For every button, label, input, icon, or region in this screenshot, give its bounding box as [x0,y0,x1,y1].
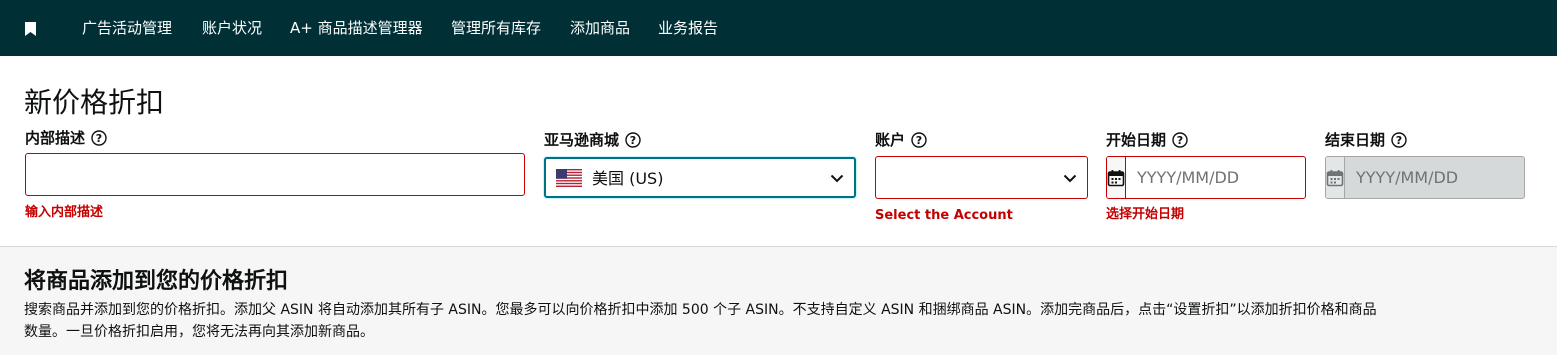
help-icon[interactable]: ? [625,132,641,148]
nav-item-business-reports[interactable]: 业务报告 [658,18,718,38]
marketplace-label-text: 亚马逊商城 [544,131,620,149]
internal-description-error: 输入内部描述 [25,205,104,220]
svg-text:?: ? [916,134,922,147]
account-select[interactable] [875,156,1088,199]
svg-text:?: ? [1177,134,1183,147]
nav-item-a-plus-manager[interactable]: A+ 商品描述管理器 [290,18,423,38]
bookmark-icon[interactable] [25,22,36,36]
page-title: 新价格折扣 [24,86,165,119]
end-date-label-text: 结束日期 [1325,131,1386,149]
help-icon[interactable]: ? [911,132,927,148]
nav-item-add-products[interactable]: 添加商品 [570,18,630,38]
nav-item-account-health[interactable]: 账户状况 [202,18,262,38]
calendar-icon [1326,169,1344,186]
calendar-button [1326,157,1345,198]
top-nav-bar: 广告活动管理 账户状况 A+ 商品描述管理器 管理所有库存 添加商品 业务报告 [0,0,1557,56]
marketplace-select[interactable]: 美国 (US) [544,157,856,198]
chevron-down-icon [830,174,844,182]
svg-text:?: ? [96,132,102,145]
help-icon[interactable]: ? [91,130,107,146]
svg-text:?: ? [630,134,636,147]
svg-text:?: ? [1396,134,1402,147]
add-products-description: 搜索商品并添加到您的价格折扣。添加父 ASIN 将自动添加其所有子 ASIN。您… [24,302,1377,340]
nav-item-campaign-manager[interactable]: 广告活动管理 [82,18,172,38]
marketplace-value: 美国 (US) [592,169,664,188]
end-date-input [1345,157,1524,198]
start-date-field [1106,156,1306,199]
us-flag-icon [556,169,582,187]
end-date-field [1325,156,1525,199]
account-label: 账户 ? [875,130,927,150]
marketplace-label: 亚马逊商城 ? [544,130,641,150]
start-date-label: 开始日期 ? [1106,130,1188,150]
internal-description-label: 内部描述 ? [25,128,107,148]
start-date-input[interactable] [1126,157,1305,198]
calendar-icon [1107,169,1125,186]
help-icon[interactable]: ? [1391,132,1407,148]
end-date-label: 结束日期 ? [1325,130,1407,150]
start-date-label-text: 开始日期 [1106,131,1167,149]
account-label-text: 账户 [875,131,906,149]
nav-item-manage-inventory[interactable]: 管理所有库存 [451,18,541,38]
account-error: Select the Account [875,208,1013,223]
add-products-title: 将商品添加到您的价格折扣 [24,269,289,294]
chevron-down-icon [1063,174,1077,182]
calendar-button[interactable] [1107,157,1126,198]
internal-description-input[interactable] [25,153,525,196]
help-icon[interactable]: ? [1172,132,1188,148]
internal-description-label-text: 内部描述 [25,129,86,147]
start-date-error: 选择开始日期 [1106,207,1185,222]
